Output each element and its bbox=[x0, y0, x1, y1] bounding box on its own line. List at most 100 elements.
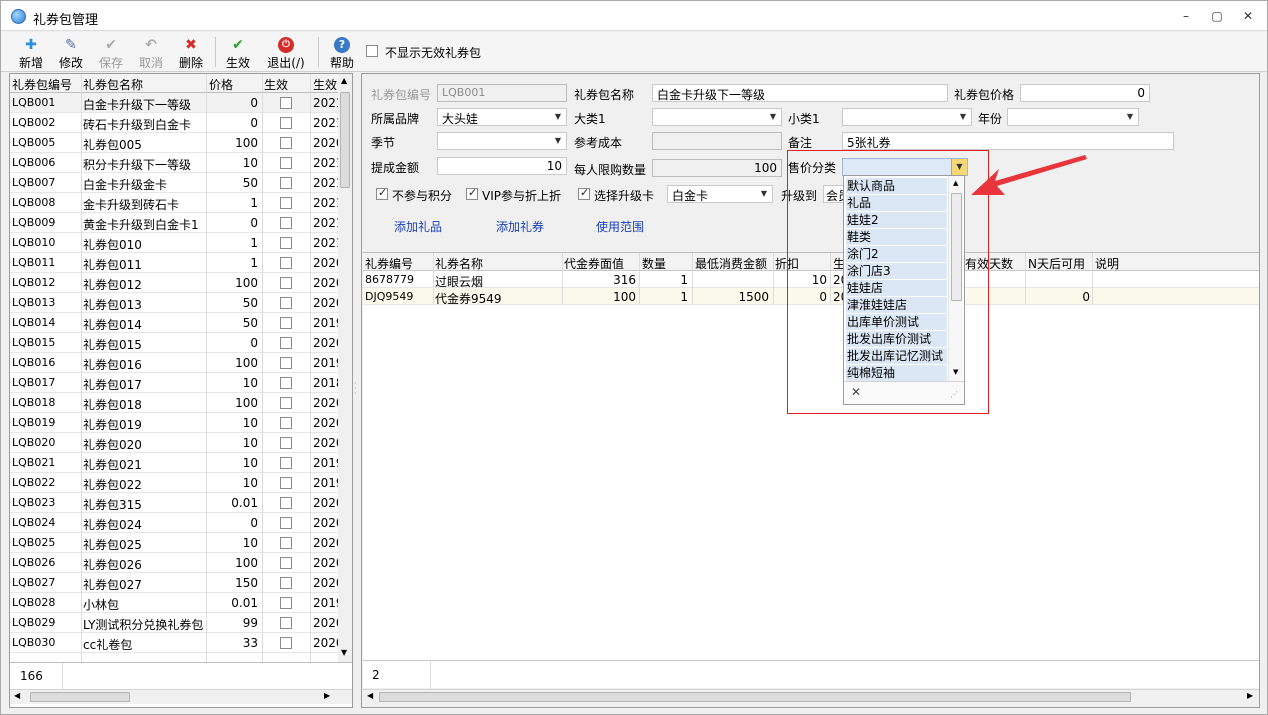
cat1-select[interactable]: ▼ bbox=[652, 108, 782, 126]
list-row[interactable]: LQB024 礼券包024 0 2020 bbox=[10, 513, 343, 533]
list-row[interactable]: LQB001 白金卡升级下一等级 0 2021 bbox=[10, 93, 343, 113]
hscroll-thumb[interactable] bbox=[379, 692, 1131, 702]
list-row[interactable]: LQB010 礼券包010 1 2021 bbox=[10, 233, 343, 253]
upgrade-card-select[interactable]: 白金卡 ▼ bbox=[667, 185, 773, 203]
header-name[interactable]: 礼券包名称 bbox=[83, 76, 143, 93]
help-button[interactable]: ? 帮助 bbox=[323, 35, 361, 71]
row-effective-checkbox[interactable] bbox=[280, 577, 292, 589]
list-row[interactable]: LQB007 白金卡升级金卡 50 2021 bbox=[10, 173, 343, 193]
row-effective-checkbox[interactable] bbox=[280, 517, 292, 529]
no-points-checkbox[interactable] bbox=[376, 186, 388, 200]
list-row[interactable]: LQB021 礼券包021 10 2019 bbox=[10, 453, 343, 473]
list-vertical-scrollbar[interactable]: ▲ ▼ bbox=[338, 74, 352, 662]
season-select[interactable]: ▼ bbox=[437, 132, 567, 150]
vip-discount-checkbox[interactable] bbox=[466, 186, 478, 200]
new-button[interactable]: ✚ 新增 bbox=[12, 35, 50, 71]
list-row[interactable]: LQB002 砖石卡升级到白金卡 0 2021 bbox=[10, 113, 343, 133]
scroll-right-icon[interactable]: ▶ bbox=[1247, 691, 1253, 700]
list-row[interactable]: LQB005 礼券包005 100 2020 bbox=[10, 133, 343, 153]
list-row[interactable]: LQB028 小林包 0.01 2019 bbox=[10, 593, 343, 613]
price-field[interactable]: 0 bbox=[1020, 84, 1150, 102]
list-row[interactable]: LQB023 礼券包315 0.01 2020 bbox=[10, 493, 343, 513]
edit-button[interactable]: ✎ 修改 bbox=[52, 35, 90, 71]
header-note[interactable]: 说明 bbox=[1095, 255, 1119, 272]
row-effective-checkbox[interactable] bbox=[280, 237, 292, 249]
close-button[interactable]: ✕ bbox=[1237, 7, 1259, 25]
scroll-right-icon[interactable]: ▶ bbox=[324, 691, 330, 700]
list-row[interactable]: LQB008 金卡升级到砖石卡 1 2021 bbox=[10, 193, 343, 213]
chevron-down-icon[interactable]: ▼ bbox=[765, 109, 781, 125]
maximize-button[interactable]: ▢ bbox=[1206, 7, 1228, 25]
header-effective[interactable]: 生效 bbox=[264, 76, 288, 93]
header-effective-date[interactable]: 生效 bbox=[313, 76, 337, 93]
year-select[interactable]: ▼ bbox=[1007, 108, 1139, 126]
list-row[interactable]: LQB020 礼券包020 10 2020 bbox=[10, 433, 343, 453]
scroll-left-icon[interactable]: ◀ bbox=[367, 691, 373, 700]
row-effective-checkbox[interactable] bbox=[280, 97, 292, 109]
list-row[interactable]: LQB009 黄金卡升级到白金卡1 0 2021 bbox=[10, 213, 343, 233]
row-effective-checkbox[interactable] bbox=[280, 197, 292, 209]
row-effective-checkbox[interactable] bbox=[280, 317, 292, 329]
code-field[interactable]: LQB001 bbox=[437, 84, 567, 102]
chevron-down-icon[interactable]: ▼ bbox=[550, 109, 566, 125]
exit-button[interactable]: ⏻ 退出(/) bbox=[263, 35, 309, 71]
scroll-thumb[interactable] bbox=[340, 92, 350, 188]
cancel-button[interactable]: ↶ 取消 bbox=[132, 35, 170, 71]
list-row[interactable]: LQB016 礼券包016 100 2019 bbox=[10, 353, 343, 373]
list-row[interactable]: LQB015 礼券包015 0 2020 bbox=[10, 333, 343, 353]
list-row[interactable]: LQB013 礼券包013 50 2020 bbox=[10, 293, 343, 313]
add-coupon-link[interactable]: 添加礼券 bbox=[496, 218, 544, 235]
row-effective-checkbox[interactable] bbox=[280, 397, 292, 409]
row-effective-checkbox[interactable] bbox=[280, 377, 292, 389]
row-effective-checkbox[interactable] bbox=[280, 437, 292, 449]
subcat-select[interactable]: ▼ bbox=[842, 108, 972, 126]
row-effective-checkbox[interactable] bbox=[280, 337, 292, 349]
grid-horizontal-scrollbar[interactable]: ◀ ▶ bbox=[363, 689, 1259, 704]
choose-upgrade-checkbox[interactable] bbox=[578, 186, 590, 200]
list-row[interactable]: LQB017 礼券包017 10 2018 bbox=[10, 373, 343, 393]
row-effective-checkbox[interactable] bbox=[280, 617, 292, 629]
list-row[interactable]: LQB012 礼券包012 100 2020 bbox=[10, 273, 343, 293]
row-effective-checkbox[interactable] bbox=[280, 417, 292, 429]
name-field[interactable]: 白金卡升级下一等级 bbox=[652, 84, 948, 102]
header-coupon-code[interactable]: 礼券编号 bbox=[365, 255, 413, 272]
list-row[interactable]: LQB026 礼券包026 100 2020 bbox=[10, 553, 343, 573]
header-quantity[interactable]: 数量 bbox=[642, 255, 666, 272]
scroll-up-icon[interactable]: ▲ bbox=[341, 76, 347, 85]
row-effective-checkbox[interactable] bbox=[280, 457, 292, 469]
row-effective-checkbox[interactable] bbox=[280, 217, 292, 229]
hide-invalid-checkbox[interactable] bbox=[366, 45, 378, 57]
add-gift-link[interactable]: 添加礼品 bbox=[394, 218, 442, 235]
header-available-after[interactable]: N天后可用 bbox=[1028, 255, 1085, 272]
row-effective-checkbox[interactable] bbox=[280, 177, 292, 189]
header-coupon-name[interactable]: 礼券名称 bbox=[435, 255, 483, 272]
effect-button[interactable]: ✔ 生效 bbox=[219, 35, 257, 71]
chevron-down-icon[interactable]: ▼ bbox=[756, 186, 772, 202]
list-row[interactable]: LQB006 积分卡升级下一等级 10 2021 bbox=[10, 153, 343, 173]
row-effective-checkbox[interactable] bbox=[280, 257, 292, 269]
row-effective-checkbox[interactable] bbox=[280, 297, 292, 309]
list-row[interactable]: LQB025 礼券包025 10 2020 bbox=[10, 533, 343, 553]
row-effective-checkbox[interactable] bbox=[280, 597, 292, 609]
chevron-down-icon[interactable]: ▼ bbox=[955, 109, 971, 125]
scroll-down-icon[interactable]: ▼ bbox=[341, 648, 347, 657]
list-row[interactable]: LQB027 礼券包027 150 2020 bbox=[10, 573, 343, 593]
scroll-left-icon[interactable]: ◀ bbox=[14, 691, 20, 700]
row-effective-checkbox[interactable] bbox=[280, 537, 292, 549]
splitter-grip[interactable]: · · · bbox=[354, 380, 358, 398]
chevron-down-icon[interactable]: ▼ bbox=[1122, 109, 1138, 125]
list-row[interactable]: LQB022 礼券包022 10 2019 bbox=[10, 473, 343, 493]
header-price[interactable]: 价格 bbox=[209, 76, 233, 93]
save-button[interactable]: ✔ 保存 bbox=[92, 35, 130, 71]
header-min-spend[interactable]: 最低消费金额 bbox=[695, 255, 767, 272]
usage-scope-link[interactable]: 使用范围 bbox=[596, 218, 644, 235]
list-row[interactable]: LQB019 礼券包019 10 2020 bbox=[10, 413, 343, 433]
remark-field[interactable]: 5张礼券 bbox=[842, 132, 1174, 150]
row-effective-checkbox[interactable] bbox=[280, 637, 292, 649]
header-face-value[interactable]: 代金券面值 bbox=[564, 255, 624, 272]
list-horizontal-scrollbar[interactable]: ◀ ▶ bbox=[10, 689, 352, 704]
chevron-down-icon[interactable]: ▼ bbox=[550, 133, 566, 149]
list-row[interactable]: LQB018 礼券包018 100 2020 bbox=[10, 393, 343, 413]
list-row[interactable]: LQB014 礼券包014 50 2019 bbox=[10, 313, 343, 333]
minimize-button[interactable]: – bbox=[1175, 7, 1197, 25]
